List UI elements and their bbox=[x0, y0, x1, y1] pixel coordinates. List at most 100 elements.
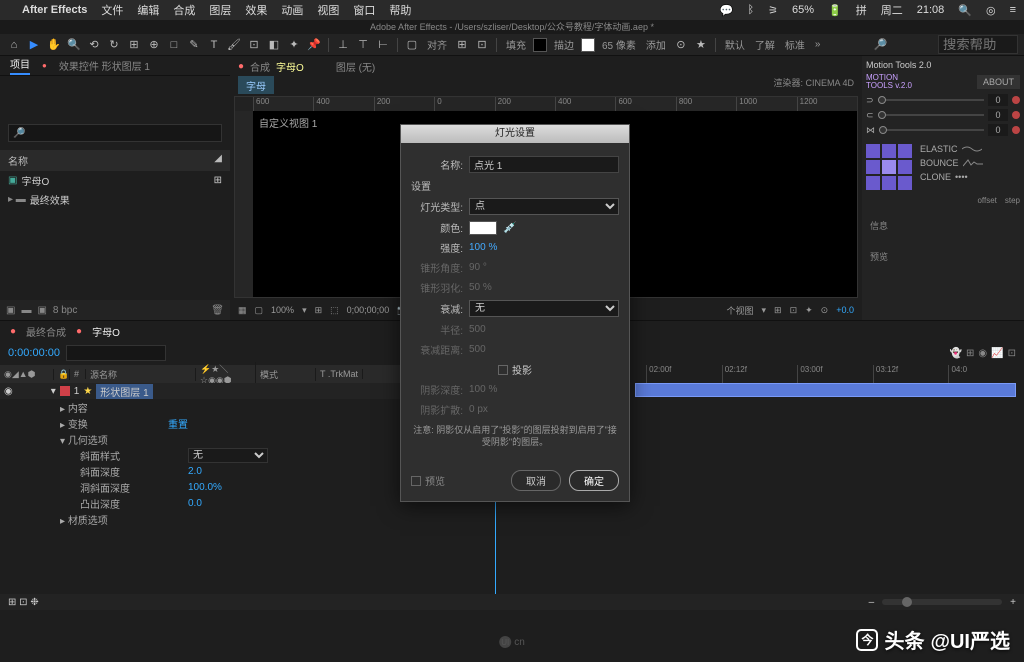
workspace-more[interactable]: » bbox=[815, 39, 821, 50]
intensity-value[interactable]: 100 % bbox=[469, 242, 497, 253]
view1-icon[interactable]: ⊞ bbox=[774, 305, 782, 316]
view-count[interactable]: 个视图 bbox=[726, 304, 753, 317]
layer-tab[interactable]: 图层 (无) bbox=[336, 59, 375, 74]
shape-tool-icon[interactable]: □ bbox=[166, 37, 182, 53]
app-name[interactable]: After Effects bbox=[22, 4, 87, 16]
menu-animation[interactable]: 动画 bbox=[281, 2, 303, 18]
fill-swatch[interactable] bbox=[533, 38, 547, 52]
layer-bar[interactable] bbox=[635, 383, 1016, 397]
eraser-tool-icon[interactable]: ◧ bbox=[266, 37, 282, 53]
menu-layer[interactable]: 图层 bbox=[209, 2, 231, 18]
siri-icon[interactable]: ◎ bbox=[986, 4, 996, 17]
snap-ext-icon[interactable]: ⊞ bbox=[454, 37, 470, 53]
channel-icon[interactable]: ▾ bbox=[302, 305, 307, 316]
axis-local-icon[interactable]: ⊥ bbox=[335, 37, 351, 53]
stroke-width[interactable]: 65 像素 bbox=[602, 37, 636, 52]
layer-name[interactable]: 形状图层 1 bbox=[96, 384, 152, 399]
pen-tool-icon[interactable]: ✎ bbox=[186, 37, 202, 53]
project-item[interactable]: ▸ ▬ 最终效果 bbox=[0, 190, 230, 209]
timecode-display[interactable]: 0;00;00;00 bbox=[347, 305, 390, 315]
layer-color-badge[interactable] bbox=[60, 386, 70, 396]
menu-effect[interactable]: 效果 bbox=[245, 2, 267, 18]
zoom-in-icon[interactable]: + bbox=[1010, 597, 1016, 608]
text-tool-icon[interactable]: T bbox=[206, 37, 222, 53]
ok-button[interactable]: 确定 bbox=[569, 470, 619, 491]
timeline-search-input[interactable] bbox=[66, 345, 166, 361]
rotate-tool-icon[interactable]: ↻ bbox=[106, 37, 122, 53]
add-label[interactable]: 添加 bbox=[646, 37, 666, 52]
menu-edit[interactable]: 编辑 bbox=[137, 2, 159, 18]
elastic-button[interactable]: ELASTIC bbox=[920, 144, 983, 154]
stamp-tool-icon[interactable]: ⊡ bbox=[246, 37, 262, 53]
stroke-label[interactable]: 描边 bbox=[554, 37, 574, 52]
col-trkmat[interactable]: T .TrkMat bbox=[316, 369, 363, 379]
light-type-select[interactable]: 点 bbox=[469, 198, 619, 215]
search-icon[interactable]: 🔎 bbox=[873, 37, 889, 53]
shy-icon[interactable]: 👻 bbox=[950, 348, 962, 359]
menu-help[interactable]: 帮助 bbox=[389, 2, 411, 18]
col-source[interactable]: 源名称 bbox=[86, 368, 196, 381]
graph-icon[interactable]: 📈 bbox=[991, 348, 1003, 359]
snap-edge-icon[interactable]: ⊡ bbox=[474, 37, 490, 53]
grid-icon[interactable]: ⊞ bbox=[315, 305, 323, 316]
home-icon[interactable]: ⌂ bbox=[6, 37, 22, 53]
view2-icon[interactable]: ⊡ bbox=[790, 305, 798, 316]
zoom-out-icon[interactable]: – bbox=[869, 597, 875, 608]
resolution-icon[interactable]: ▢ bbox=[255, 305, 264, 316]
visibility-icon[interactable]: ◉ bbox=[4, 386, 13, 397]
zoom-value[interactable]: 100% bbox=[271, 305, 294, 315]
comp-tab-active[interactable]: 字母O bbox=[276, 59, 304, 74]
interpret-icon[interactable]: ▣ bbox=[6, 305, 15, 316]
frameblend-icon[interactable]: ⊞ bbox=[966, 348, 974, 359]
project-search-input[interactable]: 🔎 bbox=[8, 124, 222, 142]
prop-material[interactable]: ▸ 材质选项 bbox=[0, 511, 495, 527]
ease-out-slider[interactable]: ⊂0 bbox=[866, 109, 1020, 121]
wifi-icon[interactable]: ⚞ bbox=[768, 4, 778, 17]
snap-icon[interactable]: ▢ bbox=[404, 37, 420, 53]
new-comp-icon[interactable]: ▣ bbox=[37, 305, 46, 316]
timeline-tab[interactable]: 最终合成 bbox=[26, 324, 66, 339]
clone-button[interactable]: CLONE•••• bbox=[920, 172, 983, 182]
light-name-input[interactable] bbox=[469, 156, 619, 173]
fill-label[interactable]: 填充 bbox=[506, 37, 526, 52]
renderer-label[interactable]: 渲染器: CINEMA 4D bbox=[773, 76, 854, 89]
cancel-button[interactable]: 取消 bbox=[511, 470, 561, 491]
menu-window[interactable]: 窗口 bbox=[353, 2, 375, 18]
menu-file[interactable]: 文件 bbox=[101, 2, 123, 18]
workspace-standard[interactable]: 标准 bbox=[785, 37, 805, 52]
menu-composition[interactable]: 合成 bbox=[173, 2, 195, 18]
bluetooth-icon[interactable]: ᛒ bbox=[748, 4, 755, 16]
draft3d-icon[interactable]: ✦ bbox=[805, 305, 813, 316]
fx-controls-tab[interactable]: 效果控件 形状图层 1 bbox=[59, 58, 150, 73]
add-dropdown-icon[interactable]: ⊙ bbox=[673, 37, 689, 53]
about-button[interactable]: ABOUT bbox=[977, 75, 1020, 89]
selection-tool-icon[interactable]: ▶ bbox=[26, 37, 42, 53]
wechat-icon[interactable]: 💬 bbox=[720, 4, 734, 17]
notif-icon[interactable]: ≡ bbox=[1010, 4, 1016, 16]
mask-icon[interactable]: ⬚ bbox=[330, 305, 339, 316]
ease-in-slider[interactable]: ⊃0 bbox=[866, 94, 1020, 106]
workspace-default[interactable]: 默认 bbox=[725, 37, 745, 52]
anchor-tool-icon[interactable]: ⊕ bbox=[146, 37, 162, 53]
step-label[interactable]: step bbox=[1005, 196, 1020, 205]
ime-icon[interactable]: 拼 bbox=[856, 2, 867, 18]
sub-tab[interactable]: 字母 bbox=[238, 76, 274, 94]
color-swatch[interactable] bbox=[469, 221, 497, 235]
project-item[interactable]: ▣ 字母O ⊞ bbox=[0, 171, 230, 190]
stroke-swatch[interactable] bbox=[581, 38, 595, 52]
col-mode[interactable]: 模式 bbox=[256, 368, 316, 381]
preview-icon[interactable]: ⊙ bbox=[821, 305, 829, 316]
offset-label[interactable]: offset bbox=[977, 196, 996, 205]
timeline-tab-active[interactable]: 字母O bbox=[92, 324, 120, 339]
project-tab[interactable]: 项目 bbox=[10, 56, 30, 75]
puppet-tool-icon[interactable]: 📌 bbox=[306, 37, 322, 53]
anchor-grid[interactable] bbox=[866, 144, 912, 190]
shadow-checkbox[interactable]: 投影 bbox=[498, 362, 532, 377]
project-col-type-icon[interactable]: ◢ bbox=[214, 153, 222, 168]
workspace-learn[interactable]: 了解 bbox=[755, 37, 775, 52]
new-folder-icon[interactable]: ▬ bbox=[21, 305, 31, 316]
3dview-icon[interactable]: ▾ bbox=[762, 305, 767, 316]
spotlight-icon[interactable]: 🔍 bbox=[958, 4, 972, 17]
trash-icon[interactable]: 🗑 bbox=[211, 305, 224, 316]
eyedropper-icon[interactable]: 💉 bbox=[503, 221, 517, 234]
